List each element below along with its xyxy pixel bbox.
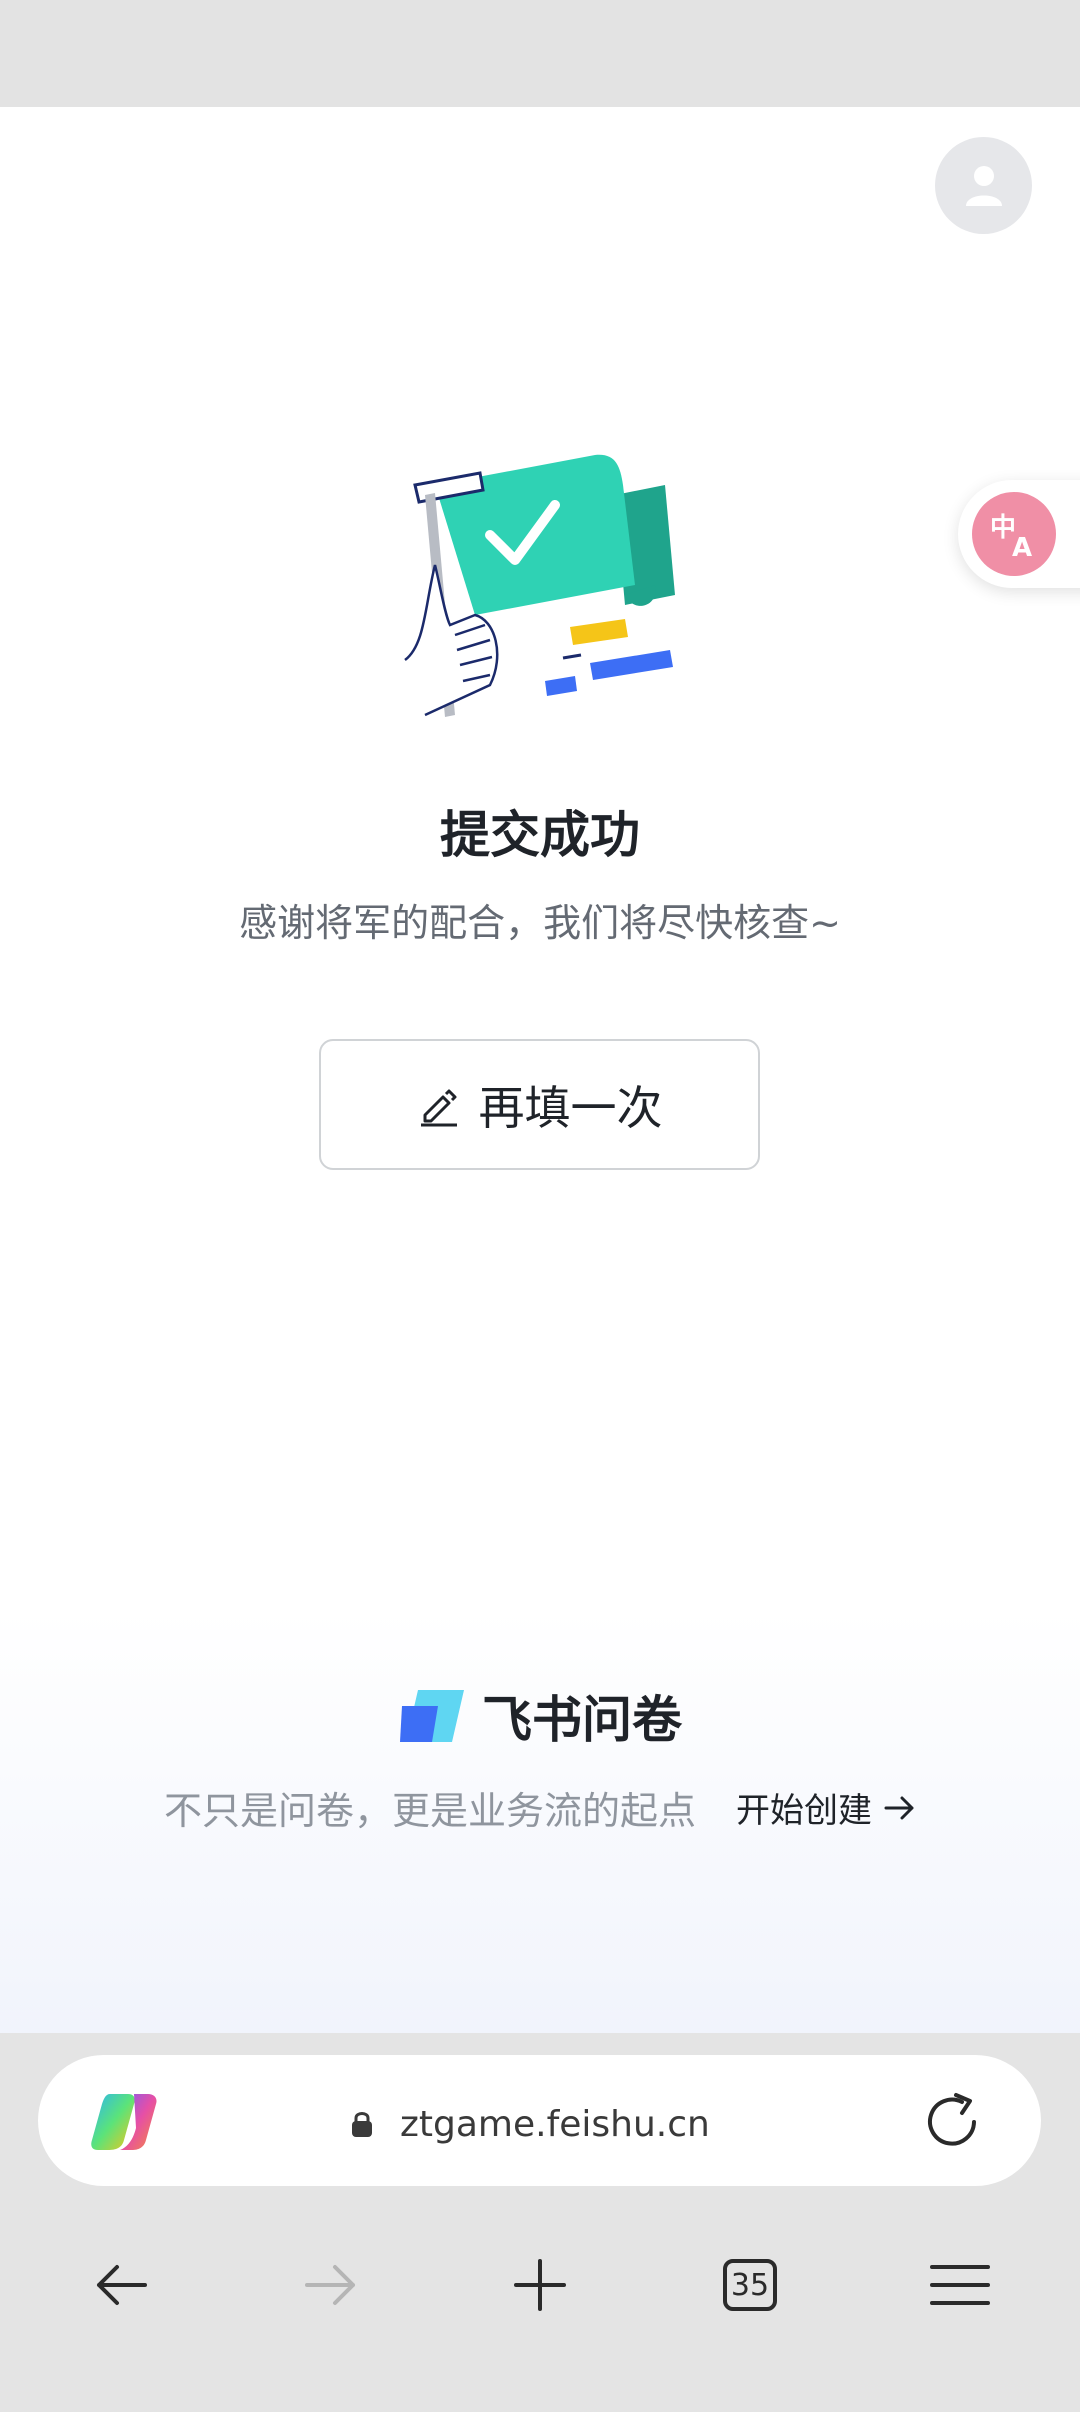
copilot-icon[interactable]	[90, 2088, 160, 2156]
success-message: 感谢将军的配合，我们将尽快核查~	[239, 901, 841, 945]
tabs-icon: 35	[723, 2259, 777, 2311]
refill-button[interactable]: 再填一次	[319, 1039, 760, 1170]
forward-button[interactable]	[291, 2245, 371, 2325]
start-create-label: 开始创建	[736, 1791, 872, 1831]
new-tab-button[interactable]	[500, 2245, 580, 2325]
status-bar	[0, 0, 1080, 107]
brand-name: 飞书问卷	[482, 1691, 682, 1749]
refill-label: 再填一次	[478, 1080, 663, 1135]
edit-icon	[420, 1089, 457, 1126]
plus-icon	[514, 2259, 566, 2311]
translate-icon: 中 A	[972, 492, 1056, 576]
forward-icon	[305, 2265, 355, 2305]
reload-icon[interactable]	[918, 2087, 988, 2157]
svg-text:A: A	[1012, 533, 1032, 562]
user-avatar-button[interactable]	[935, 137, 1032, 234]
url-display[interactable]: ztgame.feishu.cn	[350, 2095, 710, 2153]
menu-button[interactable]	[920, 2245, 1000, 2325]
brand: 飞书问卷	[0, 1680, 1080, 1752]
lock-icon	[352, 2112, 372, 2137]
arrow-right-icon	[884, 1796, 914, 1819]
start-create-link[interactable]: 开始创建	[736, 1783, 916, 1832]
tagline-row: 不只是问卷，更是业务流的起点 开始创建	[0, 1780, 1080, 1835]
url-text: ztgame.feishu.cn	[400, 2103, 710, 2145]
back-icon	[97, 2265, 147, 2305]
page-title: 提交成功	[440, 806, 640, 864]
success-illustration	[404, 454, 675, 717]
tagline: 不只是问卷，更是业务流的起点	[163, 1789, 696, 1833]
translate-button[interactable]: 中 A	[958, 480, 1080, 588]
user-icon	[965, 165, 1002, 206]
menu-icon	[930, 2265, 990, 2305]
tabs-button[interactable]: 35	[710, 2245, 790, 2325]
back-button[interactable]	[81, 2245, 161, 2325]
feishu-survey-logo-icon	[400, 1690, 464, 1742]
